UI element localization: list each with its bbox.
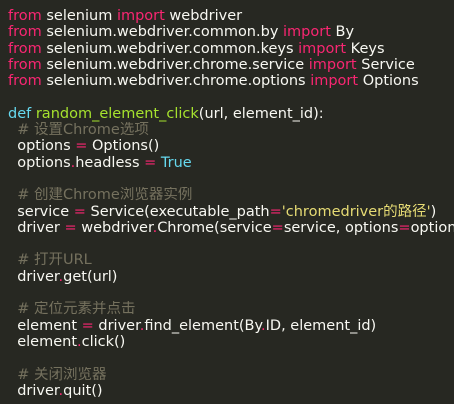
code-token: selenium.webdriver.common.keys: [41, 40, 299, 57]
code-token: 'chromedriver的路径': [281, 203, 431, 220]
code-token: quit(): [63, 382, 103, 399]
code-token: import: [310, 73, 359, 90]
code-token: Keys: [346, 40, 385, 57]
code-line: # 打开URL: [8, 252, 454, 268]
code-line: element = driver.find_element(By.ID, ele…: [8, 318, 454, 334]
code-token: =: [144, 154, 157, 171]
code-line: driver = webdriver.Chrome(service=servic…: [8, 220, 454, 236]
code-token: options: [8, 138, 76, 155]
code-line: from selenium.webdriver.common.by import…: [8, 24, 454, 40]
code-line: from selenium.webdriver.chrome.service i…: [8, 57, 454, 73]
code-token: # 定位元素并点击: [8, 301, 136, 318]
code-token: from: [8, 56, 42, 73]
code-token: selenium.webdriver.common.by: [41, 24, 284, 41]
code-token: =: [81, 317, 94, 334]
code-line: service = Service(executable_path='chrom…: [8, 204, 454, 220]
code-token: service: [8, 203, 74, 220]
code-token: driver: [8, 382, 59, 399]
code-line: options = Options(): [8, 138, 454, 154]
code-line: from selenium import webdriver: [8, 8, 454, 24]
code-token: headless: [75, 154, 145, 171]
code-token: options: [8, 154, 71, 171]
code-token: webdriver: [76, 219, 153, 236]
code-token: import: [298, 40, 347, 57]
code-token: ): [430, 203, 437, 220]
code-token: from: [8, 73, 42, 90]
code-token: service, options: [283, 219, 399, 236]
code-token: find_element(By: [144, 317, 262, 334]
code-token: driver: [8, 219, 65, 236]
code-token: # 关闭浏览器: [8, 366, 107, 383]
code-token: driver: [93, 317, 140, 334]
code-token: # 设置Chrome选项: [8, 122, 149, 139]
code-token: True: [160, 154, 192, 171]
code-token: Options(): [87, 138, 160, 155]
code-token: =: [75, 138, 88, 155]
code-line: def random_element_click(url, element_id…: [8, 106, 454, 122]
code-token: webdriver: [164, 8, 243, 24]
code-token: options): [410, 219, 454, 236]
code-token: random_element_click: [35, 105, 199, 122]
code-token: driver: [8, 268, 59, 285]
code-line: # 关闭浏览器: [8, 367, 454, 383]
code-token: # 打开URL: [8, 252, 92, 269]
code-token: import: [283, 24, 331, 41]
code-token: =: [271, 219, 284, 236]
code-line: driver.get(url): [8, 269, 454, 285]
code-token: selenium: [41, 8, 117, 24]
code-line: from selenium.webdriver.chrome.options i…: [8, 73, 454, 89]
code-token: selenium.webdriver.chrome.service: [41, 56, 309, 73]
code-token: element: [8, 333, 78, 350]
code-editor[interactable]: from selenium import webdriver from selen…: [0, 0, 454, 404]
code-token: (url, element_id):: [198, 105, 324, 122]
code-token: =: [398, 219, 411, 236]
code-token: import: [308, 56, 357, 73]
code-token: click(): [81, 333, 126, 350]
code-token: get(url): [63, 268, 118, 285]
code-token: Chrome(service: [157, 219, 272, 236]
code-token: =: [269, 203, 282, 220]
code-line: from selenium.webdriver.common.keys impo…: [8, 41, 454, 57]
code-line: options.headless = True: [8, 155, 454, 171]
code-token: selenium.webdriver.chrome.options: [41, 73, 311, 90]
code-token: Options: [358, 73, 419, 90]
code-token: from: [8, 8, 42, 24]
code-token: ID, element_id): [265, 317, 377, 334]
code-line: # 设置Chrome选项: [8, 122, 454, 138]
code-token: def: [8, 105, 32, 122]
code-line: # 创建Chrome浏览器实例: [8, 187, 454, 203]
code-token: import: [116, 8, 165, 24]
code-token: By: [330, 24, 355, 41]
code-line: element.click(): [8, 334, 454, 350]
code-line: # 定位元素并点击: [8, 301, 454, 317]
code-token: # 创建Chrome浏览器实例: [8, 187, 193, 204]
code-token: element: [8, 317, 82, 334]
code-token: from: [8, 24, 42, 41]
code-token: Service(executable_path: [85, 203, 270, 220]
code-line: driver.quit(): [8, 383, 454, 399]
code-token: from: [8, 40, 42, 57]
code-token: =: [64, 219, 77, 236]
code-token: =: [73, 203, 86, 220]
code-token: Service: [356, 56, 415, 73]
